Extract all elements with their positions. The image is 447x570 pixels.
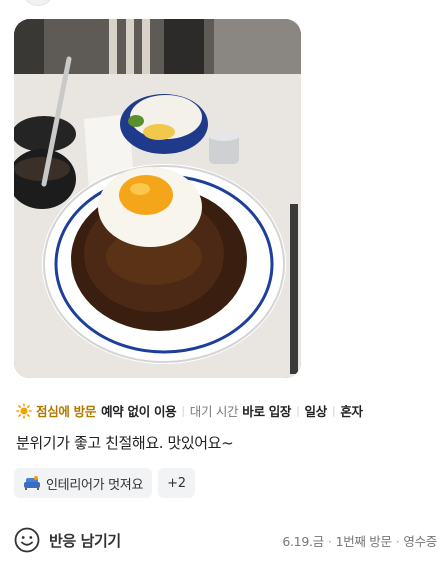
review-text: 분위기가 좋고 친절해요. 맛있어요~ <box>16 434 234 452</box>
visit-date: 6.19.금 <box>282 533 324 549</box>
visit-tags: 점심에 방문 예약 없이 이용 | 대기 시간 바로 입장 | 일상 | 혼자 <box>16 401 441 420</box>
tag-separator: | <box>331 404 336 417</box>
visit-meta: 6.19.금 · 1번째 방문 · 영수증 <box>282 531 437 550</box>
tag-separator: | <box>296 404 300 417</box>
smile-icon <box>14 527 40 553</box>
tag-no-reservation: 예약 없이 이용 <box>101 404 177 419</box>
meta-dot: · <box>395 533 400 549</box>
meta-dot: · <box>327 533 332 549</box>
avatar-stub <box>22 0 54 6</box>
keyword-chips: 인테리어가 멋져요 +2 <box>14 468 195 498</box>
react-button[interactable]: 반응 남기기 <box>14 527 121 553</box>
tag-purpose: 일상 <box>304 404 328 419</box>
keyword-more-label: +2 <box>167 475 186 491</box>
review-footer: 반응 남기기 6.19.금 · 1번째 방문 · 영수증 <box>14 527 437 553</box>
tag-companion: 혼자 <box>340 404 363 419</box>
sofa-icon <box>24 476 40 490</box>
review-photo[interactable] <box>14 19 301 378</box>
keyword-more-chip[interactable]: +2 <box>158 468 195 498</box>
tag-wait-label: 대기 시간 <box>189 404 239 419</box>
keyword-chip-label: 인테리어가 멋져요 <box>46 477 144 493</box>
react-button-label: 반응 남기기 <box>49 531 121 550</box>
tag-lunch-visit: 점심에 방문 <box>36 404 97 419</box>
tag-wait-value: 바로 입장 <box>242 404 292 419</box>
sun-icon <box>16 402 32 419</box>
keyword-chip-interior[interactable]: 인테리어가 멋져요 <box>14 468 153 498</box>
tag-separator: | <box>181 404 185 417</box>
visit-proof: 영수증 <box>403 533 437 549</box>
visit-count: 1번째 방문 <box>335 533 392 549</box>
food-photo-illustration <box>14 19 301 378</box>
